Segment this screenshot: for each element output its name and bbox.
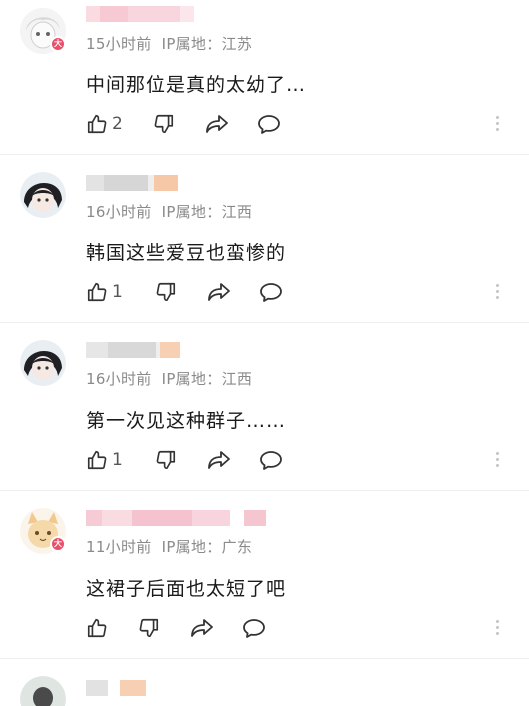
comment-bubble-icon bbox=[257, 115, 280, 134]
username-blurred[interactable] bbox=[86, 510, 266, 526]
comment-bubble-icon bbox=[243, 619, 265, 638]
username-blurred[interactable] bbox=[86, 680, 146, 696]
more-vertical-icon[interactable] bbox=[494, 284, 500, 299]
share-icon bbox=[191, 619, 213, 637]
comment-text: 第一次见这种群子…… bbox=[86, 410, 287, 432]
comment-meta: 16小时前 IP属地：江西 bbox=[86, 201, 252, 222]
divider bbox=[0, 154, 529, 155]
divider bbox=[0, 658, 529, 659]
username-blurred[interactable] bbox=[86, 175, 178, 191]
like-button[interactable]: 2 bbox=[86, 110, 123, 138]
thumbs-down-icon bbox=[139, 618, 159, 638]
comment-meta: 11小时前 IP属地：广东 bbox=[86, 536, 252, 557]
comment-actions: 1 bbox=[86, 278, 283, 306]
comment-text: 这裙子后面也太短了吧 bbox=[86, 578, 287, 600]
comment-actions: 1 bbox=[86, 446, 283, 474]
dislike-button[interactable] bbox=[155, 446, 177, 474]
comment-meta: 16小时前 IP属地：江西 bbox=[86, 368, 252, 389]
more-vertical-icon[interactable] bbox=[494, 116, 500, 131]
dislike-button[interactable] bbox=[138, 614, 160, 642]
reply-button[interactable] bbox=[242, 614, 266, 642]
reply-button[interactable] bbox=[259, 446, 283, 474]
comment-actions bbox=[86, 614, 266, 642]
comment-text: 韩国这些爱豆也蛮惨的 bbox=[86, 242, 287, 264]
ip-location: IP属地：广东 bbox=[161, 538, 253, 556]
comment-text: 中间那位是真的太幼了… bbox=[86, 74, 307, 96]
share-button[interactable] bbox=[207, 278, 231, 306]
thumbs-up-icon bbox=[87, 618, 107, 638]
like-button[interactable]: 1 bbox=[86, 446, 123, 474]
like-button[interactable]: 1 bbox=[86, 278, 123, 306]
ip-location: IP属地：江西 bbox=[161, 203, 253, 221]
thumbs-down-icon bbox=[156, 282, 175, 302]
like-count: 1 bbox=[112, 282, 123, 302]
comment-time: 15小时前 bbox=[86, 35, 152, 53]
thumbs-up-icon bbox=[87, 282, 107, 302]
dislike-button[interactable] bbox=[153, 110, 175, 138]
share-icon bbox=[205, 115, 228, 133]
thumbs-up-icon bbox=[87, 114, 107, 134]
badge-icon: 大 bbox=[50, 536, 66, 552]
more-vertical-icon[interactable] bbox=[494, 452, 500, 467]
divider bbox=[0, 322, 529, 323]
ip-location: IP属地：江西 bbox=[161, 370, 253, 388]
share-icon bbox=[207, 451, 230, 469]
reply-button[interactable] bbox=[259, 278, 283, 306]
share-button[interactable] bbox=[207, 446, 231, 474]
comment-actions: 2 bbox=[86, 110, 281, 138]
thumbs-down-icon bbox=[154, 114, 173, 134]
like-count: 2 bbox=[112, 114, 123, 134]
share-button[interactable] bbox=[190, 614, 214, 642]
thumbs-down-icon bbox=[156, 450, 175, 470]
divider bbox=[0, 490, 529, 491]
comment-time: 16小时前 bbox=[86, 203, 152, 221]
share-icon bbox=[207, 283, 230, 301]
comment-meta: 15小时前 IP属地：江苏 bbox=[86, 33, 252, 54]
like-count: 1 bbox=[112, 450, 123, 470]
more-vertical-icon[interactable] bbox=[494, 620, 500, 635]
comment-time: 11小时前 bbox=[86, 538, 152, 556]
comment-bubble-icon bbox=[259, 283, 282, 302]
avatar[interactable] bbox=[20, 676, 66, 706]
comment-time: 16小时前 bbox=[86, 370, 152, 388]
dislike-button[interactable] bbox=[155, 278, 177, 306]
comment-bubble-icon bbox=[259, 451, 282, 470]
avatar[interactable] bbox=[20, 340, 66, 386]
username-blurred[interactable] bbox=[86, 6, 194, 22]
like-button[interactable] bbox=[86, 614, 112, 642]
badge-icon: 大 bbox=[50, 36, 66, 52]
reply-button[interactable] bbox=[257, 110, 281, 138]
thumbs-up-icon bbox=[87, 450, 107, 470]
ip-location: IP属地：江苏 bbox=[161, 35, 253, 53]
avatar[interactable] bbox=[20, 172, 66, 218]
username-blurred[interactable] bbox=[86, 342, 180, 358]
share-button[interactable] bbox=[205, 110, 229, 138]
